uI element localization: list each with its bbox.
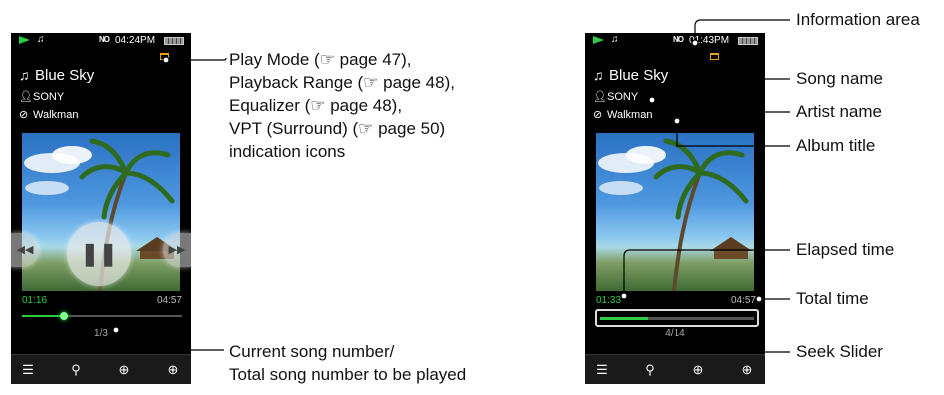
player-screen-left: ♫ NO 04:24PM ♫ Blue Sky 👤︎SONY ⊘ Walkman ◀… xyxy=(11,33,191,384)
callout-line: Equalizer (☞ page 48), xyxy=(229,96,403,115)
callout-line: Total song number to be played xyxy=(229,365,467,384)
seek-handle[interactable] xyxy=(59,312,68,320)
callout-line: Current song number/ xyxy=(229,342,395,361)
song-name-callout: Song name xyxy=(796,69,883,88)
song-number: 4/14 xyxy=(665,328,685,339)
list-icon[interactable]: ☰ xyxy=(592,362,612,378)
artist-name-text: SONY xyxy=(33,91,65,103)
album-title-callout: Album title xyxy=(796,136,876,155)
add-to-playlist-icon[interactable]: ⊕ xyxy=(737,362,757,378)
seek-fill xyxy=(600,317,648,320)
song-name-text: Blue Sky xyxy=(35,67,95,84)
pause-button[interactable]: ❚❚ xyxy=(67,222,131,286)
battery-icon xyxy=(738,37,758,45)
indication-icons-callout: Play Mode (☞ page 47), Playback Range (☞… xyxy=(229,48,455,163)
bottom-toolbar: ☰ ⚲ ⊕ ⊕ xyxy=(11,354,191,384)
song-name: ♫ Blue Sky xyxy=(19,67,94,84)
globe-icon[interactable]: ⊕ xyxy=(688,362,708,378)
total-time: 04:57 xyxy=(156,295,182,306)
play-indicator-icon xyxy=(593,36,604,44)
total-time: 04:57 xyxy=(730,295,756,306)
format-indicator: NO xyxy=(99,35,110,44)
song-name: ♫ Blue Sky xyxy=(593,67,668,84)
song-number-callout: Current song number/ Total song number t… xyxy=(229,340,466,386)
disc-icon: ⊘ xyxy=(19,109,29,121)
player-screen-right: ♫ NO 01:43PM ♫ Blue Sky 👤︎SONY ⊘ Walkman 0… xyxy=(585,33,765,384)
elapsed-time: 01:16 xyxy=(22,295,48,306)
song-number: 1/3 xyxy=(94,328,108,339)
clock: 04:24PM xyxy=(115,35,156,46)
callout-line: Playback Range (☞ page 48), xyxy=(229,73,455,92)
elapsed-time: 01:33 xyxy=(596,295,622,306)
music-note-icon: ♫ xyxy=(37,34,45,45)
seek-slider[interactable] xyxy=(600,317,754,320)
add-to-playlist-icon[interactable]: ⊕ xyxy=(163,362,183,378)
total-time-callout: Total time xyxy=(796,289,869,308)
album-title: ⊘ Walkman xyxy=(593,108,652,121)
next-button[interactable]: ▶▶ xyxy=(163,233,191,267)
music-note-icon: ♫ xyxy=(19,67,30,83)
seek-slider[interactable] xyxy=(22,312,182,320)
person-icon: 👤︎ xyxy=(593,91,607,103)
artist-name-callout: Artist name xyxy=(796,102,882,121)
artist-name: 👤︎SONY xyxy=(19,90,64,103)
status-bar: ♫ NO 01:43PM xyxy=(585,33,765,49)
music-note-icon: ♫ xyxy=(593,67,604,83)
seek-slider-callout: Seek Slider xyxy=(796,342,883,361)
status-bar: ♫ NO 04:24PM xyxy=(11,33,191,49)
battery-icon xyxy=(164,37,184,45)
artist-name: 👤︎SONY xyxy=(593,90,638,103)
search-icon[interactable]: ⚲ xyxy=(640,362,660,378)
information-area-callout: Information area xyxy=(796,10,920,29)
list-icon[interactable]: ☰ xyxy=(18,362,38,378)
person-icon: 👤︎ xyxy=(19,91,33,103)
artist-name-text: SONY xyxy=(607,91,639,103)
seek-slider-highlight xyxy=(595,309,759,327)
search-icon[interactable]: ⚲ xyxy=(66,362,86,378)
globe-icon[interactable]: ⊕ xyxy=(114,362,134,378)
album-title-text: Walkman xyxy=(607,109,653,121)
callout-line: Play Mode (☞ page 47), xyxy=(229,50,412,69)
album-title-text: Walkman xyxy=(33,109,79,121)
clock: 01:43PM xyxy=(689,35,730,46)
seek-fill xyxy=(22,315,64,317)
bottom-toolbar: ☰ ⚲ ⊕ ⊕ xyxy=(585,354,765,384)
folder-icon xyxy=(160,53,169,60)
format-indicator: NO xyxy=(673,35,684,44)
palm-beach-illustration xyxy=(598,138,752,291)
album-art xyxy=(596,133,754,291)
music-note-icon: ♫ xyxy=(611,34,619,45)
callout-line: VPT (Surround) (☞ page 50) xyxy=(229,119,446,138)
song-name-text: Blue Sky xyxy=(609,67,669,84)
callout-line: indication icons xyxy=(229,142,346,161)
play-indicator-icon xyxy=(19,36,30,44)
album-title: ⊘ Walkman xyxy=(19,108,78,121)
disc-icon: ⊘ xyxy=(593,109,603,121)
folder-icon xyxy=(710,53,719,60)
elapsed-time-callout: Elapsed time xyxy=(796,240,895,259)
